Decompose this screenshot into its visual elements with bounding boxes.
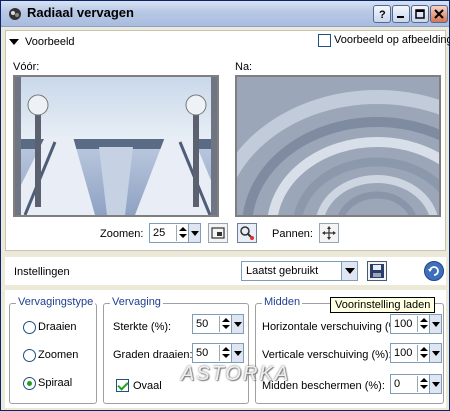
radio-label-spiraal: Spiraal bbox=[38, 377, 73, 389]
vertical-offset-label: Verticale verschuiving (%): bbox=[262, 349, 392, 361]
spin-arrows-icon[interactable] bbox=[417, 316, 429, 332]
dropdown-arrow-icon[interactable] bbox=[231, 344, 243, 362]
fit-window-icon bbox=[211, 227, 225, 239]
radio-label-zoomen: Zoomen bbox=[38, 349, 79, 361]
window-title: Radiaal vervagen bbox=[27, 5, 134, 20]
strength-label: Sterkte (%): bbox=[113, 321, 172, 333]
zoom-tool-button[interactable] bbox=[237, 223, 257, 243]
close-button[interactable] bbox=[430, 5, 448, 23]
protect-center-label: Midden beschermen (%): bbox=[262, 380, 385, 392]
magnifier-icon bbox=[240, 226, 254, 240]
preset-dropdown[interactable]: Laatst gebruikt bbox=[241, 261, 358, 281]
spin-arrows-icon[interactable] bbox=[219, 345, 231, 361]
title-bar[interactable]: Radiaal vervagen ? bbox=[1, 1, 449, 27]
pan-label: Pannen: bbox=[272, 228, 313, 240]
oval-checkbox[interactable] bbox=[116, 379, 129, 392]
dropdown-arrow-icon[interactable] bbox=[429, 315, 441, 333]
minimize-button[interactable] bbox=[392, 5, 410, 23]
protect-center-stepper[interactable]: 0 bbox=[390, 374, 442, 394]
spin-arrows-icon[interactable] bbox=[176, 225, 188, 241]
preset-tooltip: Voorinstelling laden bbox=[330, 297, 436, 313]
twist-value: 50 bbox=[196, 347, 209, 359]
dropdown-arrow-icon[interactable] bbox=[429, 344, 441, 362]
horizontal-offset-label: Horizontale verschuiving (%): bbox=[262, 321, 406, 333]
preview-section-label: Voorbeeld bbox=[25, 36, 75, 48]
dialog-window: Radiaal vervagen ? Voorbeeld Voorbeeld o… bbox=[0, 0, 450, 411]
before-label: Vóór: bbox=[13, 61, 40, 73]
horizontal-offset-value: 100 bbox=[394, 318, 413, 330]
oval-label: Ovaal bbox=[133, 380, 162, 392]
zoom-value: 25 bbox=[153, 227, 166, 239]
spin-arrows-icon[interactable] bbox=[417, 376, 429, 392]
dropdown-arrow-icon[interactable] bbox=[231, 315, 243, 333]
app-icon bbox=[9, 8, 21, 20]
dropdown-arrow-icon[interactable] bbox=[188, 224, 200, 242]
maximize-button[interactable] bbox=[411, 5, 429, 23]
distortion-type-title: Vervagingstype bbox=[16, 296, 96, 308]
radio-label-draaien: Draaien bbox=[38, 321, 77, 333]
dropdown-arrow-icon[interactable] bbox=[429, 375, 441, 393]
help-button[interactable]: ? bbox=[373, 5, 391, 23]
before-preview-image[interactable] bbox=[13, 75, 219, 217]
zoom-label: Zoomen: bbox=[100, 228, 144, 240]
help-icon: ? bbox=[379, 9, 386, 20]
protect-center-value: 0 bbox=[394, 378, 401, 390]
preview-on-image-label: Voorbeeld op afbeelding bbox=[334, 34, 450, 46]
pan-button[interactable] bbox=[319, 223, 339, 243]
pier-photo bbox=[15, 77, 217, 215]
radio-zoomen[interactable] bbox=[23, 349, 36, 362]
distortion-title: Vervaging bbox=[110, 296, 163, 308]
zoom-stepper[interactable]: 25 bbox=[149, 223, 201, 243]
save-disk-icon bbox=[370, 264, 384, 278]
strength-stepper[interactable]: 50 bbox=[192, 314, 244, 334]
reset-arrow-icon bbox=[428, 266, 439, 276]
svg-text:?: ? bbox=[379, 9, 386, 20]
preview-section-toggle[interactable]: Voorbeeld bbox=[9, 35, 75, 49]
settings-label: Instellingen bbox=[14, 266, 70, 278]
chevron-down-icon bbox=[9, 39, 19, 45]
zoom-to-fit-button[interactable] bbox=[208, 223, 228, 243]
chevron-down-icon[interactable] bbox=[341, 262, 357, 280]
twist-label: Graden draaien: bbox=[113, 349, 193, 361]
center-title: Midden bbox=[262, 296, 303, 308]
pan-move-icon bbox=[322, 226, 336, 240]
radio-spiraal[interactable] bbox=[23, 377, 36, 390]
strength-value: 50 bbox=[196, 318, 209, 330]
preset-value: Laatst gebruikt bbox=[246, 265, 319, 277]
spin-arrows-icon[interactable] bbox=[417, 345, 429, 361]
vertical-offset-stepper[interactable]: 100 bbox=[390, 343, 442, 363]
close-icon bbox=[434, 9, 444, 19]
reset-button[interactable] bbox=[424, 261, 444, 281]
after-preview-image[interactable] bbox=[235, 75, 441, 217]
vertical-offset-value: 100 bbox=[394, 347, 413, 359]
after-label: Na: bbox=[235, 61, 253, 73]
horizontal-offset-stepper[interactable]: 100 bbox=[390, 314, 442, 334]
load-preset-button[interactable] bbox=[367, 261, 387, 281]
radio-draaien[interactable] bbox=[23, 321, 36, 334]
minimize-icon bbox=[397, 16, 404, 18]
maximize-icon bbox=[415, 9, 425, 19]
preview-on-image-checkbox[interactable] bbox=[318, 34, 331, 47]
spin-arrows-icon[interactable] bbox=[219, 316, 231, 332]
spiral-blur-photo bbox=[237, 77, 439, 215]
twist-stepper[interactable]: 50 bbox=[192, 343, 244, 363]
